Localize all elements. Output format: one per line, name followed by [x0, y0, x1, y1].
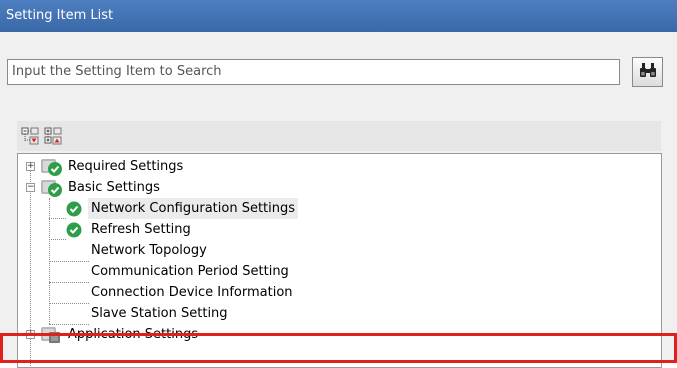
expand-all-icon: [21, 127, 39, 149]
tree-item-connection-device-information[interactable]: Connection Device Information: [18, 282, 658, 303]
tree-item-network-topology[interactable]: Network Topology: [18, 240, 658, 261]
binoculars-icon: [639, 62, 657, 82]
tree-item-label: Refresh Setting: [91, 222, 191, 237]
tree-item-label: Connection Device Information: [91, 285, 293, 300]
tree-item-basic-settings[interactable]: − Basic Settings: [18, 177, 658, 198]
tree-item-communication-period-setting[interactable]: Communication Period Setting: [18, 261, 658, 282]
tree-item-label: Network Configuration Settings: [88, 198, 299, 219]
tree-item-label: Basic Settings: [68, 180, 160, 195]
collapse-all-button[interactable]: [44, 127, 62, 145]
tree-item-label: Communication Period Setting: [91, 264, 289, 279]
collapse-icon[interactable]: −: [26, 183, 35, 192]
expand-all-button[interactable]: [21, 127, 39, 145]
setting-item-list-panel: Input the Setting Item to Search + Requi…: [0, 32, 677, 368]
expand-icon[interactable]: +: [26, 330, 35, 339]
tree-item-label: Application Settings: [68, 327, 199, 342]
search-button[interactable]: [632, 57, 663, 87]
tree-item-label: Required Settings: [68, 159, 184, 174]
search-input[interactable]: Input the Setting Item to Search: [7, 59, 620, 85]
tree-toolbar: [17, 121, 661, 151]
tree-item-refresh-setting[interactable]: Refresh Setting: [18, 219, 658, 240]
window-title: Setting Item List: [6, 8, 114, 23]
tree-item-network-configuration-settings[interactable]: Network Configuration Settings: [18, 198, 658, 219]
tree-item-label: Network Topology: [91, 243, 207, 258]
window-title-bar: Setting Item List: [0, 0, 677, 32]
expand-icon[interactable]: +: [26, 162, 35, 171]
tree-item-required-settings[interactable]: + Required Settings: [18, 156, 658, 177]
folder-gray-icon: [40, 324, 64, 352]
collapse-all-icon: [44, 127, 62, 149]
tree-item-slave-station-setting[interactable]: Slave Station Setting: [18, 303, 658, 324]
setting-item-tree: + Required Settings − Basic Settings Net…: [17, 153, 662, 368]
tree-item-application-settings[interactable]: + Application Settings: [18, 324, 658, 345]
tree-item-label: Slave Station Setting: [91, 306, 228, 321]
